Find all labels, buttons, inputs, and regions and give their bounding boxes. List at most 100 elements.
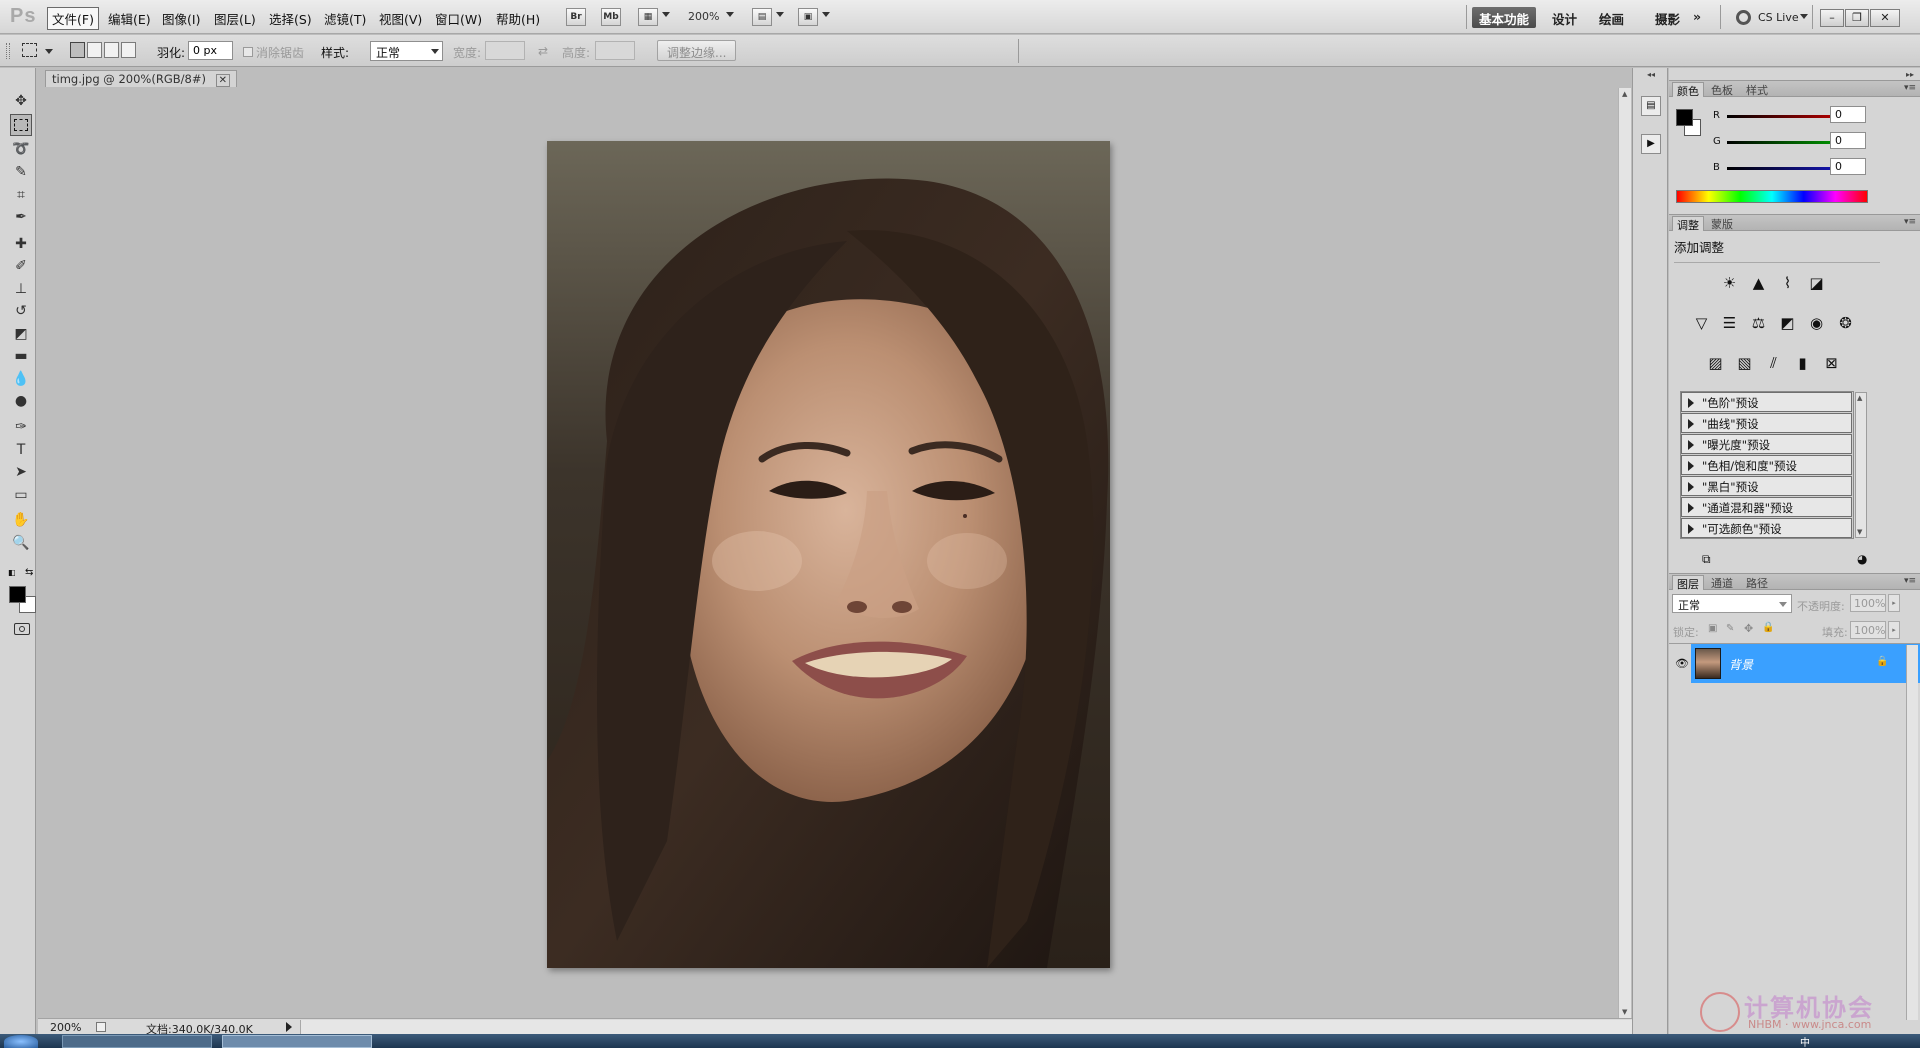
zoom-tool-icon[interactable]: 🔍: [10, 532, 32, 554]
dodge-tool-icon[interactable]: ●: [10, 390, 32, 412]
color-balance-icon[interactable]: ⚖: [1747, 312, 1770, 335]
chevron-down-icon[interactable]: [726, 12, 734, 17]
brush-tool-icon[interactable]: ✐: [10, 255, 32, 277]
chevron-down-icon[interactable]: [776, 12, 784, 17]
subtract-selection-button[interactable]: [104, 42, 119, 58]
tab-paths[interactable]: 路径: [1742, 575, 1772, 590]
menu-layer[interactable]: 图层(L): [210, 8, 260, 29]
height-input[interactable]: [595, 41, 635, 60]
scroll-down-icon[interactable]: ▼: [1857, 528, 1862, 536]
tab-color[interactable]: 颜色: [1672, 82, 1704, 98]
workspace-photography[interactable]: 摄影: [1648, 7, 1687, 28]
antialias-checkbox[interactable]: [243, 47, 253, 57]
menu-select[interactable]: 选择(S): [265, 8, 316, 29]
levels-icon[interactable]: ▲: [1747, 272, 1770, 295]
tab-masks[interactable]: 蒙版: [1707, 216, 1737, 231]
foreground-color-swatch[interactable]: [9, 586, 26, 603]
channel-g-input[interactable]: 0: [1830, 132, 1866, 149]
canvas-area[interactable]: [38, 88, 1618, 1018]
taskbar-explorer[interactable]: [62, 1035, 212, 1048]
marquee-preset-icon[interactable]: [22, 43, 37, 57]
chevron-down-icon[interactable]: [662, 12, 670, 17]
zoom-level-display[interactable]: 200%: [688, 10, 719, 23]
swap-colors-icon[interactable]: ⇆: [25, 567, 33, 578]
color-spectrum-bar[interactable]: [1676, 190, 1868, 203]
intersect-selection-button[interactable]: [121, 42, 136, 58]
eraser-tool-icon[interactable]: ◩: [10, 323, 32, 345]
mini-bridge-button[interactable]: Mb: [601, 8, 621, 26]
brightness-icon[interactable]: ☀: [1718, 272, 1741, 295]
close-icon[interactable]: ✕: [215, 74, 230, 87]
preset-selective-color[interactable]: "可选颜色"预设: [1681, 518, 1852, 538]
tab-styles[interactable]: 样式: [1742, 82, 1772, 97]
workspace-design[interactable]: 设计: [1545, 7, 1584, 28]
chevron-down-icon[interactable]: [45, 49, 53, 54]
menu-help[interactable]: 帮助(H): [492, 8, 544, 29]
panel-menu-icon[interactable]: ▾≡: [1904, 83, 1916, 93]
layers-list-empty[interactable]: [1669, 685, 1920, 1018]
crop-tool-icon[interactable]: ⌗: [10, 184, 32, 206]
lock-position-icon[interactable]: ✥: [1744, 622, 1753, 635]
actions-panel-icon[interactable]: ▶: [1641, 134, 1661, 154]
rect-marquee-tool-icon[interactable]: [10, 114, 32, 136]
menu-file[interactable]: 文件(F): [47, 7, 99, 30]
document-tab[interactable]: timg.jpg @ 200%(RGB/8#) ✕: [45, 70, 237, 87]
chevron-down-icon[interactable]: [1800, 14, 1808, 19]
view-extras-button[interactable]: ▦: [638, 8, 658, 26]
width-input[interactable]: [485, 41, 525, 60]
panel-menu-icon[interactable]: ▾≡: [1904, 217, 1916, 227]
preset-levels[interactable]: "色阶"预设: [1681, 392, 1852, 412]
hand-tool-icon[interactable]: ✋: [10, 509, 32, 531]
posterize-icon[interactable]: ▧: [1733, 352, 1756, 375]
panel-menu-icon[interactable]: ▾≡: [1904, 576, 1916, 586]
fill-input[interactable]: 100%: [1850, 621, 1886, 639]
lock-all-icon[interactable]: 🔒: [1762, 622, 1774, 633]
color-fg-swatch[interactable]: [1676, 109, 1693, 126]
feather-input[interactable]: [188, 41, 233, 60]
screen-mode-button[interactable]: ▣: [798, 8, 818, 26]
workspace-essentials[interactable]: 基本功能: [1472, 7, 1537, 28]
cs-live-button[interactable]: CS Live: [1758, 11, 1799, 24]
chevron-down-icon[interactable]: [822, 12, 830, 17]
preset-scrollbar[interactable]: ▲ ▼: [1855, 392, 1867, 538]
preset-black-white[interactable]: "黑白"预设: [1681, 476, 1852, 496]
move-tool-icon[interactable]: ✥: [10, 90, 32, 112]
minimize-button[interactable]: –: [1820, 9, 1844, 27]
curves-icon[interactable]: ⌇: [1776, 272, 1799, 295]
add-to-selection-button[interactable]: [87, 42, 102, 58]
close-button[interactable]: ✕: [1870, 9, 1900, 27]
tab-channels[interactable]: 通道: [1707, 575, 1737, 590]
status-menu-arrow-icon[interactable]: [286, 1022, 292, 1032]
preset-channel-mixer[interactable]: "通道混和器"预设: [1681, 497, 1852, 517]
layer-name[interactable]: 背景: [1729, 656, 1753, 673]
clip-to-layer-icon[interactable]: ⧉: [1702, 552, 1711, 567]
history-brush-tool-icon[interactable]: ↺: [10, 300, 32, 322]
opacity-input[interactable]: 100%: [1850, 594, 1886, 612]
new-selection-button[interactable]: [70, 42, 85, 58]
scroll-up-icon[interactable]: ▲: [1622, 90, 1627, 98]
workspace-painting[interactable]: 绘画: [1592, 7, 1631, 28]
hue-saturation-icon[interactable]: ☰: [1718, 312, 1741, 335]
menu-edit[interactable]: 编辑(E): [104, 8, 155, 29]
gradient-map-icon[interactable]: ▮: [1791, 352, 1814, 375]
menu-window[interactable]: 窗口(W): [431, 8, 486, 29]
document-image[interactable]: [547, 141, 1110, 968]
refine-edge-button[interactable]: 调整边缘...: [657, 40, 737, 61]
preset-exposure[interactable]: "曝光度"预设: [1681, 434, 1852, 454]
gradient-tool-icon[interactable]: ▬: [10, 345, 32, 367]
threshold-icon[interactable]: ⫽: [1762, 352, 1785, 375]
lock-transparent-icon[interactable]: ▣: [1708, 623, 1717, 634]
path-select-tool-icon[interactable]: ➤: [10, 461, 32, 483]
layer-row[interactable]: 👁 背景 🔒: [1669, 644, 1920, 684]
channel-r-input[interactable]: 0: [1830, 106, 1866, 123]
start-button[interactable]: [4, 1035, 38, 1048]
status-zoom[interactable]: 200%: [50, 1021, 81, 1034]
eyedropper-tool-icon[interactable]: ✒: [10, 206, 32, 228]
taskbar-photoshop[interactable]: [222, 1035, 372, 1048]
eye-icon[interactable]: 👁: [1675, 657, 1689, 670]
shape-tool-icon[interactable]: ▭: [10, 484, 32, 506]
tab-adjustments[interactable]: 调整: [1672, 216, 1704, 232]
layers-scrollbar[interactable]: [1906, 645, 1918, 1020]
preset-hue-saturation[interactable]: "色相/饱和度"预设: [1681, 455, 1852, 475]
vertical-scrollbar[interactable]: ▲ ▼: [1618, 88, 1631, 1018]
